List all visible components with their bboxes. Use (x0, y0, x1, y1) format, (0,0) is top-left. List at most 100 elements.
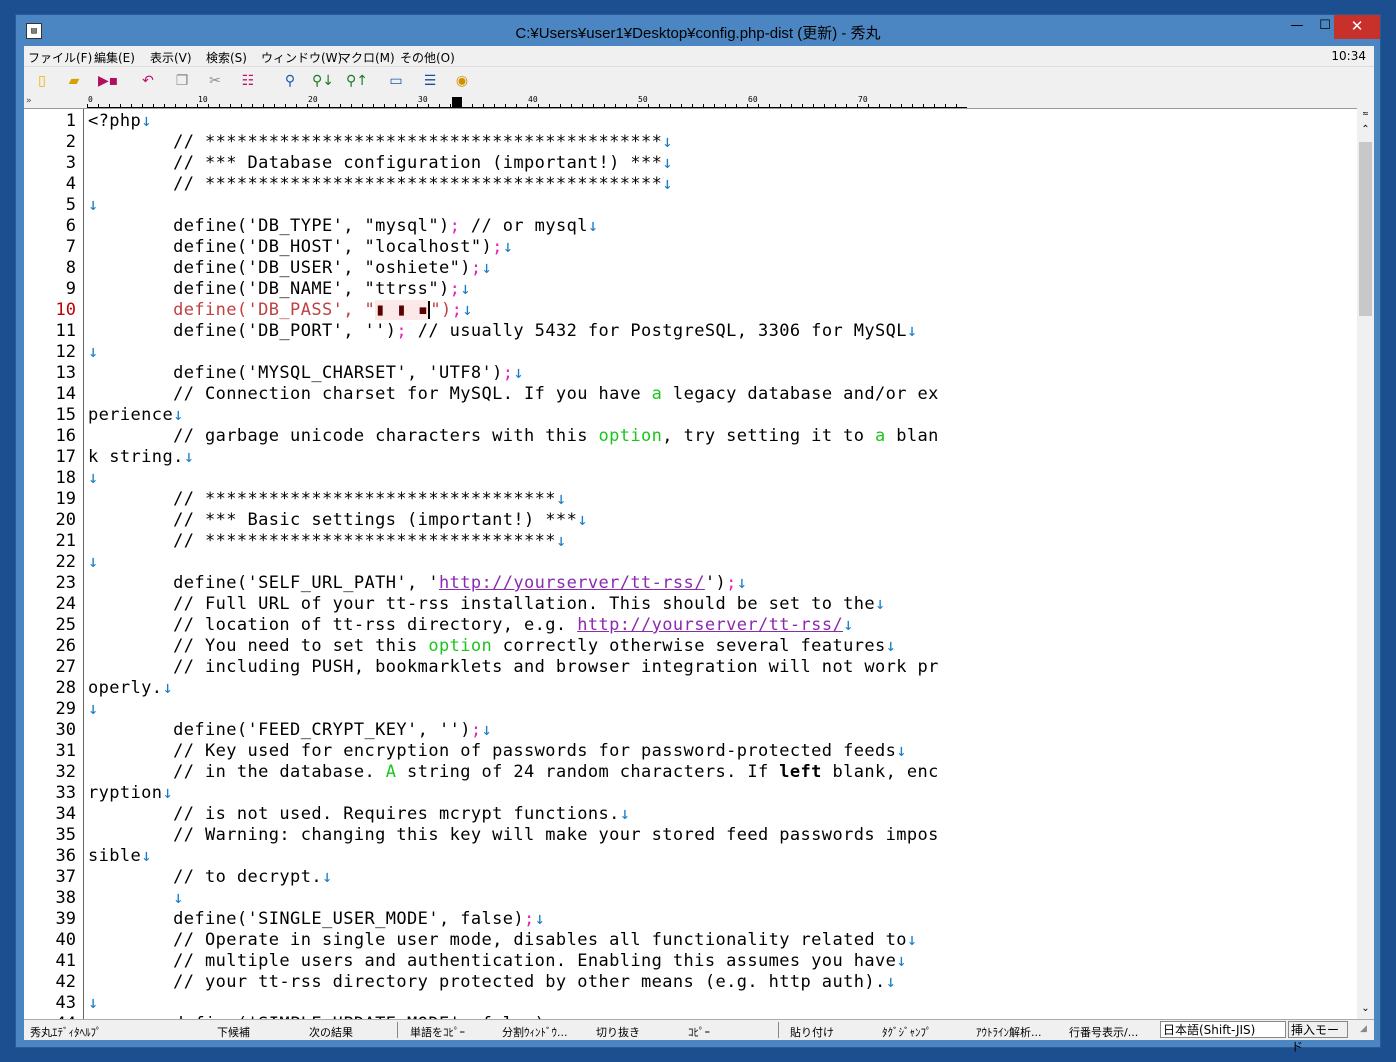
fkey-button[interactable]: 下候補 (217, 1024, 250, 1040)
code-line[interactable]: // location of tt-rss directory, e.g. ht… (88, 615, 968, 636)
code-line[interactable]: // *********************************↓ (88, 531, 968, 552)
open-folder-icon[interactable]: ▰ (64, 72, 84, 90)
ruler-left-mark[interactable]: » (26, 96, 31, 106)
cut-icon[interactable]: ✂ (205, 72, 225, 90)
column-ruler[interactable]: 0 10 20 30 40 50 60 70 (87, 95, 967, 108)
code-line[interactable]: // in the database. A string of 24 rando… (88, 762, 968, 783)
code-line[interactable]: // including PUSH, bookmarklets and brow… (88, 657, 968, 678)
minimize-button[interactable]: — (1282, 15, 1312, 39)
split-handle-icon[interactable]: ≈ (1357, 108, 1374, 120)
scroll-thumb[interactable] (1359, 142, 1372, 316)
text-editor[interactable]: 1 <?php↓ 2 // ****************************… (24, 108, 1357, 1020)
encoding-indicator[interactable]: 日本語(Shift-JIS) (1160, 1021, 1286, 1038)
ruler-row: » 0 10 20 30 40 50 60 70 (24, 95, 1374, 108)
code-line[interactable]: // *************************************… (88, 174, 968, 195)
fkey-button[interactable]: 行番号表示/... (1069, 1024, 1138, 1040)
resize-grip-icon[interactable]: ◢ (1360, 1024, 1372, 1036)
code-line[interactable]: define('DB_USER', "oshiete");↓ (88, 258, 968, 279)
fkey-button[interactable]: 切り抜き (596, 1024, 640, 1040)
code-line[interactable]: // to decrypt.↓ (88, 867, 968, 888)
menu-macro[interactable]: マクロ(M) (339, 49, 395, 66)
menu-search[interactable]: 検索(S) (206, 49, 247, 66)
code-line[interactable]: operly.↓ (88, 678, 968, 699)
line-number: 37 (55, 867, 76, 887)
code-line[interactable]: perience↓ (88, 405, 968, 426)
code-line[interactable]: ↓ (88, 993, 968, 1014)
scroll-up-icon[interactable]: ⌃ (1357, 122, 1374, 138)
paste-icon[interactable]: ☷ (238, 72, 258, 90)
code-token: ') (704, 573, 727, 593)
newline-marker: ↓ (662, 153, 673, 173)
code-line[interactable]: // is not used. Requires mcrypt function… (88, 804, 968, 825)
vertical-scrollbar[interactable]: ≈ ⌃ ⌄ (1357, 108, 1374, 1019)
code-line[interactable]: ryption↓ (88, 783, 968, 804)
code-line[interactable]: ↓ (88, 342, 968, 363)
code-line[interactable]: define('DB_TYPE', "mysql"); // or mysql↓ (88, 216, 968, 237)
line-number: 28 (55, 678, 76, 698)
code-line[interactable]: // Warning: changing this key will make … (88, 825, 968, 846)
fkey-button[interactable]: ｺﾋﾟｰ (688, 1024, 710, 1040)
code-line[interactable]: define('SELF_URL_PATH', 'http://yourserv… (88, 573, 968, 594)
close-button[interactable]: ✕ (1334, 15, 1380, 39)
fkey-button[interactable]: ｱｳﾄﾗｲﾝ解析... (976, 1024, 1042, 1040)
code-line[interactable]: // Full URL of your tt-rss installation.… (88, 594, 968, 615)
menu-window[interactable]: ウィンドウ(W) (261, 49, 342, 66)
code-line[interactable]: ↓ (88, 195, 968, 216)
line-number: 33 (55, 783, 76, 803)
code-line[interactable]: k string.↓ (88, 447, 968, 468)
code-line[interactable]: // Connection charset for MySQL. If you … (88, 384, 968, 405)
copy-icon[interactable]: ❐ (172, 72, 192, 90)
fkey-button[interactable]: 秀丸ｴﾃﾞｨﾀﾍﾙﾌﾟ (30, 1024, 102, 1040)
fkey-button[interactable]: 貼り付け (790, 1024, 834, 1040)
fkey-button[interactable]: ﾀｸﾞｼﾞｬﾝﾌﾟ (882, 1024, 932, 1040)
code-line[interactable]: // Operate in single user mode, disables… (88, 930, 968, 951)
fkey-button[interactable]: 単語をｺﾋﾟｰ (410, 1024, 465, 1040)
search-prev-icon[interactable]: ⚲↑ (346, 72, 368, 90)
ruler-label: 30 (418, 95, 428, 104)
code-line[interactable]: // You need to set this option correctly… (88, 636, 968, 657)
code-line[interactable]: define('MYSQL_CHARSET', 'UTF8');↓ (88, 363, 968, 384)
code-line[interactable]: // Key used for encryption of passwords … (88, 741, 968, 762)
window-icon[interactable]: ▭ (386, 72, 406, 90)
code-line[interactable]: <?php↓ (88, 111, 968, 132)
code-line[interactable]: ↓ (88, 699, 968, 720)
code-line[interactable]: // multiple users and authentication. En… (88, 951, 968, 972)
code-line[interactable]: sible↓ (88, 846, 968, 867)
code-token: A (385, 762, 397, 782)
code-line[interactable]: define('DB_PASS', "▮ ▮ ▪ ");↓ (88, 300, 968, 321)
save-icon[interactable]: ▶▪ (98, 72, 118, 90)
scroll-down-icon[interactable]: ⌄ (1357, 1001, 1374, 1017)
code-line[interactable]: ↓ (88, 468, 968, 489)
code-line[interactable]: define('DB_HOST', "localhost");↓ (88, 237, 968, 258)
url-link[interactable]: http://yourserver/tt-rss/ (439, 573, 705, 593)
code-line[interactable]: ↓ (88, 552, 968, 573)
undo-icon[interactable]: ↶ (138, 72, 158, 90)
new-file-icon[interactable]: ▯ (32, 72, 52, 90)
newline-marker: ↓ (162, 783, 174, 803)
menu-file[interactable]: ファイル(F) (28, 49, 92, 66)
code-line[interactable]: // *********************************↓ (88, 489, 968, 510)
search-next-icon[interactable]: ⚲↓ (312, 72, 334, 90)
menu-view[interactable]: 表示(V) (150, 49, 192, 66)
code-line[interactable]: define('DB_NAME', "ttrss");↓ (88, 279, 968, 300)
ruler-label: 40 (528, 95, 538, 104)
url-link[interactable]: http://yourserver/tt-rss/ (577, 615, 843, 635)
fkey-button[interactable]: 次の結果 (309, 1024, 353, 1040)
code-line[interactable]: // *************************************… (88, 132, 968, 153)
code-line[interactable]: define('FEED_CRYPT_KEY', '');↓ (88, 720, 968, 741)
code-line[interactable]: // *** Basic settings (important!) ***↓ (88, 510, 968, 531)
insert-mode-indicator[interactable]: 挿入モード (1288, 1021, 1348, 1054)
code-line[interactable]: define('SINGLE_USER_MODE', false);↓ (88, 909, 968, 930)
title-bar[interactable]: ▤ C:¥Users¥user1¥Desktop¥config.php-dist… (16, 15, 1380, 47)
menu-other[interactable]: その他(O) (400, 49, 455, 66)
code-line[interactable]: // your tt-rss directory protected by ot… (88, 972, 968, 993)
help-icon[interactable]: ◉ (452, 72, 472, 90)
menu-edit[interactable]: 編集(E) (94, 49, 135, 66)
code-line[interactable]: // garbage unicode characters with this … (88, 426, 968, 447)
split-icon[interactable]: ☰ (420, 72, 440, 90)
code-line[interactable]: ↓ (88, 888, 968, 909)
code-line[interactable]: define('DB_PORT', ''); // usually 5432 f… (88, 321, 968, 342)
fkey-button[interactable]: 分割ｳｨﾝﾄﾞｳ... (502, 1024, 568, 1040)
code-line[interactable]: // *** Database configuration (important… (88, 153, 968, 174)
search-icon[interactable]: ⚲ (280, 72, 300, 90)
